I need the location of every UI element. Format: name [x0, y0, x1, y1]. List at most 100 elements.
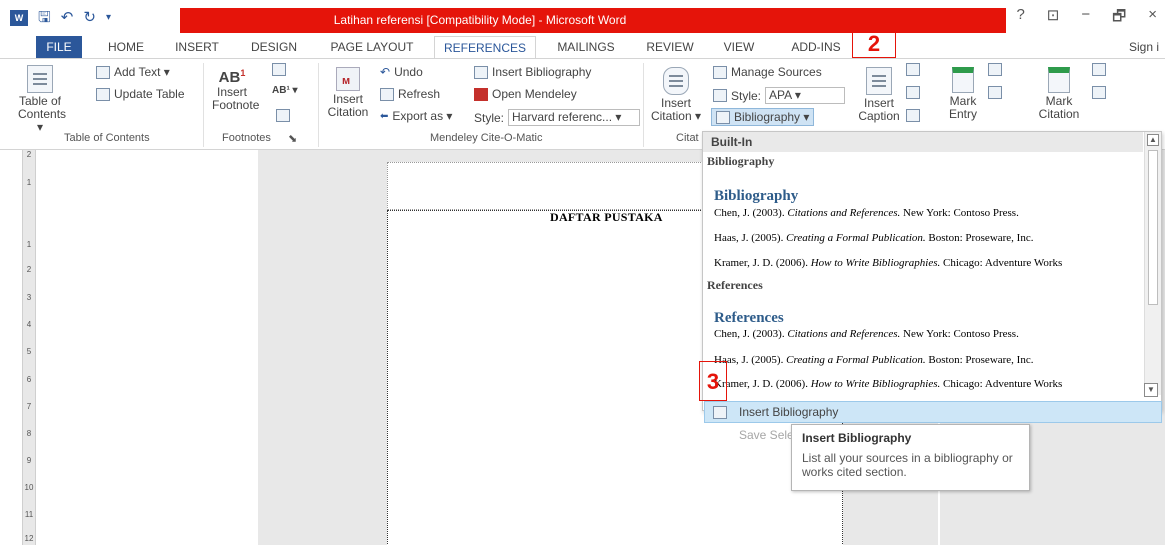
insert-caption-button[interactable]: Insert Caption	[858, 67, 900, 123]
cross-reference-button[interactable]	[906, 109, 920, 122]
mendeley-style-label: Style:	[474, 110, 505, 125]
ruler-tick: 11	[24, 510, 34, 519]
redo-icon[interactable]: ↻	[83, 10, 96, 26]
mendeley-undo-button[interactable]: ↶ Undo	[380, 65, 423, 79]
tooltip-title: Insert Bibliography	[802, 431, 912, 445]
scroll-down-icon[interactable]: ▼	[1144, 383, 1158, 397]
tab-view[interactable]: VIEW	[714, 36, 764, 58]
mendeley-insert-citation-icon: ᴍ	[336, 67, 360, 91]
insert-footnote-button[interactable]: AB1 Insert Footnote	[212, 67, 259, 112]
reference-entry[interactable]: Kramer, J. D. (2006). How to Write Bibli…	[714, 378, 1062, 390]
insert-endnote-button[interactable]	[272, 63, 286, 76]
sign-in-link[interactable]: Sign i	[1129, 36, 1159, 58]
insert-index-button[interactable]	[988, 63, 1002, 76]
add-text-button[interactable]: Add Text ▾	[96, 65, 170, 79]
table-of-contents-icon	[27, 65, 53, 93]
mendeley-style-selector[interactable]: Style: Harvard referenc... ▾	[474, 109, 641, 126]
references-preview-title[interactable]: References	[714, 310, 784, 327]
bibliography-icon	[716, 110, 730, 124]
mark-citation-icon	[1048, 67, 1070, 93]
bibliography-entry[interactable]: Kramer, J. D. (2006). How to Write Bibli…	[714, 257, 1062, 269]
update-authorities-icon	[1092, 86, 1106, 99]
ruler-tick: 3	[26, 293, 32, 302]
group-separator	[318, 63, 319, 147]
ruler-tick: 10	[24, 483, 34, 492]
close-icon[interactable]: ×	[1148, 6, 1157, 31]
customize-qat-icon[interactable]: ▾	[106, 10, 111, 26]
style-icon	[713, 89, 727, 102]
gallery-scrollbar[interactable]: ▲	[1144, 132, 1161, 395]
open-mendeley-button[interactable]: Open Mendeley	[474, 87, 577, 101]
insert-citation-button[interactable]: Insert Citation ▾	[650, 67, 702, 123]
mendeley-insert-bibliography-button[interactable]: Insert Bibliography	[474, 65, 591, 79]
footnote-label-1: Insert	[216, 85, 247, 99]
table-of-contents-button[interactable]: Table of Contents ▾	[18, 65, 66, 134]
citation-style-selector[interactable]: Style: APA ▾	[713, 87, 846, 104]
insert-bibliography-menu-item[interactable]: Insert Bibliography	[704, 401, 1162, 423]
update-index-button[interactable]	[988, 86, 1002, 99]
tab-page-layout[interactable]: PAGE LAYOUT	[322, 36, 422, 58]
mark-citation-button[interactable]: Mark Citation	[1034, 67, 1084, 121]
ribbon-tabs: FILE HOME INSERT DESIGN PAGE LAYOUT REFE…	[0, 36, 1165, 59]
mendeley-style-value: Harvard referenc...	[512, 110, 613, 124]
open-mendeley-label: Open Mendeley	[492, 87, 577, 101]
insert-citation-label-2: Citation ▾	[650, 109, 702, 123]
save-icon[interactable]: 🖫	[38, 10, 51, 26]
mendeley-undo-icon: ↶	[380, 65, 391, 79]
mark-citation-label-2: Citation	[1038, 107, 1080, 121]
ruler-tick: 8	[26, 429, 32, 438]
minimize-icon[interactable]: −	[1081, 6, 1090, 31]
references-section-label: References	[707, 278, 763, 292]
undo-icon[interactable]: ↶	[61, 10, 74, 26]
bibliography-entry[interactable]: Chen, J. (2003). Citations and Reference…	[714, 207, 1019, 219]
help-icon[interactable]: ?	[1016, 6, 1024, 31]
ruler-tick: 1	[26, 178, 32, 187]
next-footnote-button[interactable]: AB¹ ▾	[272, 85, 298, 96]
ribbon-display-icon[interactable]: ⊡	[1047, 6, 1060, 31]
mark-citation-label-1: Mark	[1045, 94, 1073, 108]
mendeley-style-dropdown[interactable]: Harvard referenc... ▾	[508, 109, 641, 126]
update-table-button[interactable]: Update Table	[96, 87, 185, 101]
reference-entry[interactable]: Haas, J. (2005). Creating a Formal Publi…	[714, 354, 1033, 366]
bibliography-preview-title[interactable]: Bibliography	[714, 188, 798, 205]
group-label-citations: Citat	[676, 132, 699, 144]
mendeley-logo-icon	[474, 87, 488, 101]
tab-mailings[interactable]: MAILINGS	[548, 36, 624, 58]
mendeley-export-button[interactable]: ⬅ Export as ▾	[380, 109, 452, 123]
ruler-tick: 9	[26, 456, 32, 465]
mendeley-export-label: Export as ▾	[392, 109, 453, 123]
update-table-of-authorities-button[interactable]	[1092, 86, 1106, 99]
footnote-label-2: Footnote	[212, 98, 260, 112]
scroll-thumb[interactable]	[1148, 150, 1158, 305]
bibliography-entry[interactable]: Haas, J. (2005). Creating a Formal Publi…	[714, 232, 1033, 244]
update-table-figures-button[interactable]	[906, 86, 920, 99]
tab-home[interactable]: HOME	[100, 36, 152, 58]
manage-sources-button[interactable]: Manage Sources	[713, 65, 822, 79]
footnotes-launcher-icon[interactable]: ⬊	[288, 132, 297, 145]
tab-insert[interactable]: INSERT	[168, 36, 226, 58]
tab-design[interactable]: DESIGN	[244, 36, 304, 58]
reference-entry[interactable]: Chen, J. (2003). Citations and Reference…	[714, 328, 1019, 340]
group-label-toc: Table of Contents	[64, 132, 150, 144]
document-heading[interactable]: DAFTAR PUSTAKA	[550, 210, 663, 225]
mark-entry-button[interactable]: Mark Entry	[944, 67, 982, 121]
group-label-footnotes: Footnotes	[222, 132, 271, 144]
tab-references[interactable]: REFERENCES	[434, 36, 536, 59]
mark-entry-icon	[952, 67, 974, 93]
mendeley-insert-citation-button[interactable]: ᴍ Insert Citation	[326, 67, 370, 119]
show-notes-button[interactable]	[276, 109, 290, 122]
insert-table-of-authorities-button[interactable]	[1092, 63, 1106, 76]
tab-file[interactable]: FILE	[36, 36, 82, 58]
insert-table-of-figures-button[interactable]	[906, 63, 920, 76]
save-selection-menu-item[interactable]: Save Sele	[739, 428, 794, 442]
mendeley-refresh-button[interactable]: Refresh	[380, 87, 440, 101]
word-logo-icon[interactable]: W	[10, 10, 28, 26]
mark-entry-label-2: Entry	[948, 107, 977, 121]
tab-review[interactable]: REVIEW	[640, 36, 700, 58]
update-table-label: Update Table	[114, 87, 185, 101]
tab-add-ins[interactable]: ADD-INS	[780, 36, 852, 58]
scroll-up-icon[interactable]: ▲	[1147, 134, 1159, 146]
citation-style-dropdown[interactable]: APA ▾	[765, 87, 846, 104]
bibliography-button[interactable]: Bibliography ▾	[711, 108, 815, 126]
restore-icon[interactable]: 🗗	[1112, 6, 1126, 31]
